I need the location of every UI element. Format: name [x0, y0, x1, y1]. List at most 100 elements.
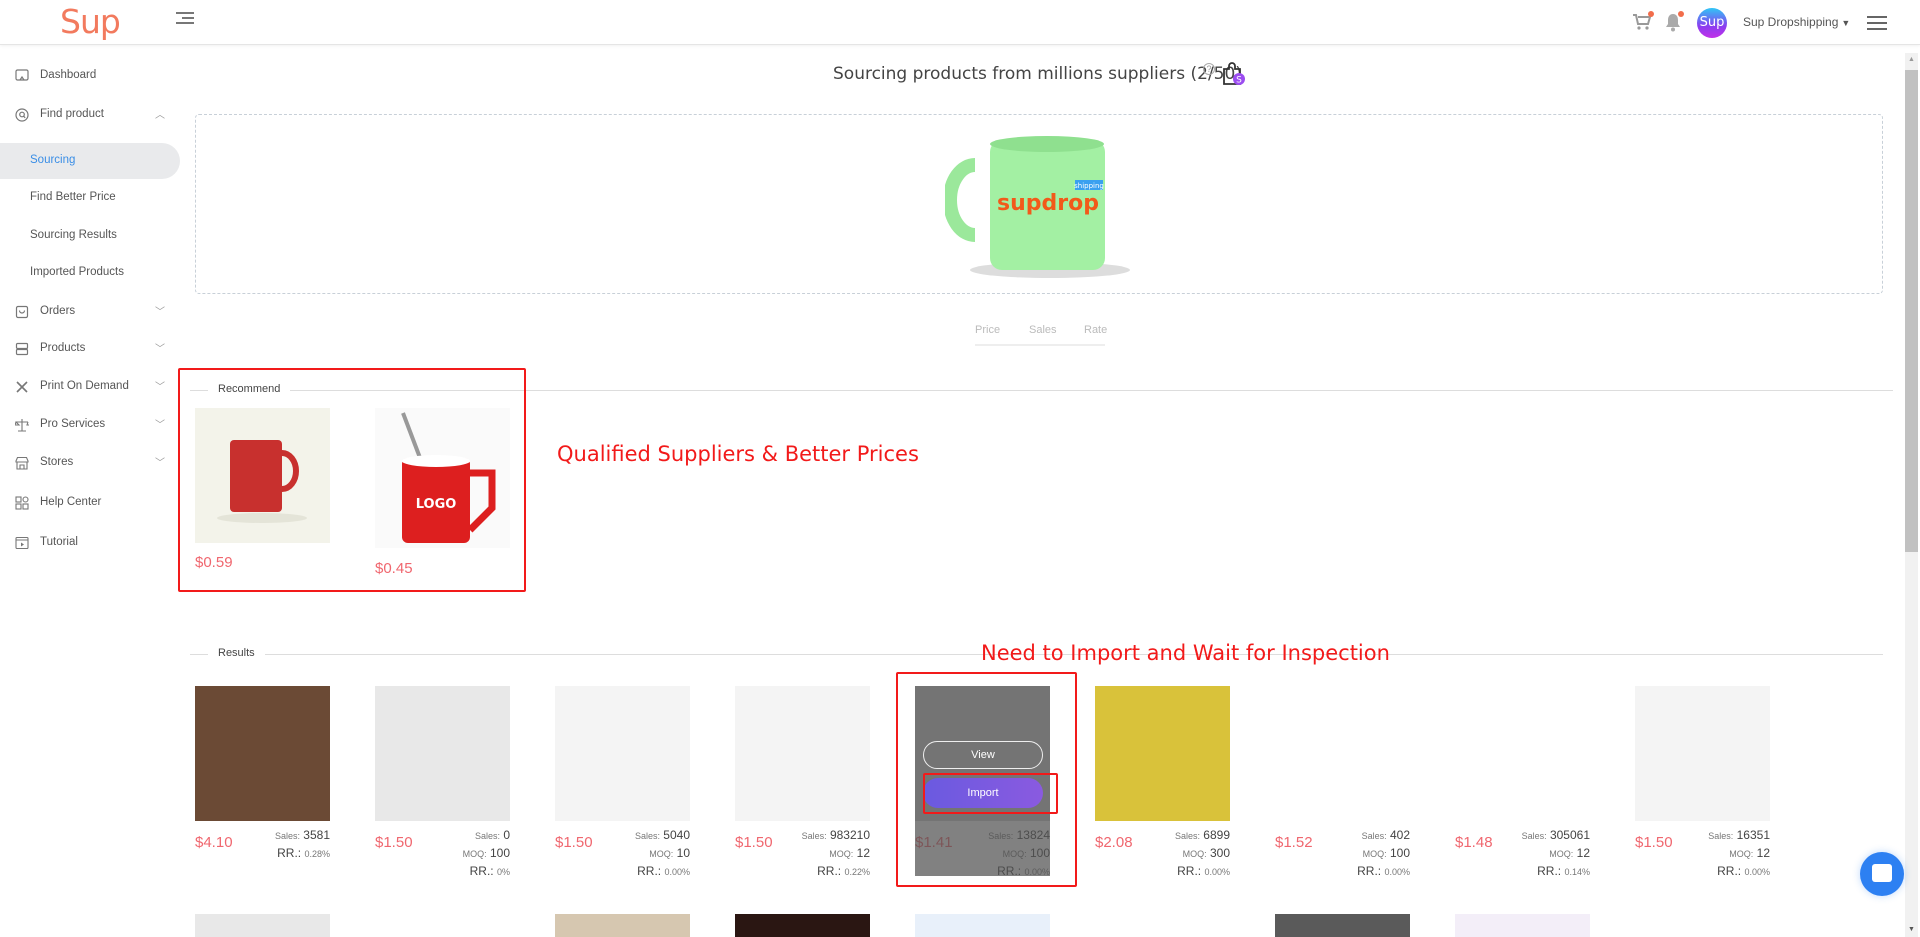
product-image[interactable]	[1635, 914, 1770, 937]
caret-down-icon: ▼	[1841, 18, 1851, 28]
sidebar-subitem-sourcing-results[interactable]: Sourcing Results	[0, 218, 180, 254]
product-rr-value: 0.00%	[1204, 867, 1230, 877]
sidebar-subitem-find-better-price[interactable]: Find Better Price	[0, 180, 180, 216]
notification-bell-icon[interactable]	[1664, 11, 1684, 32]
sidebar-item-print-on-demand[interactable]: Print On Demand ﹀	[0, 372, 182, 402]
product-rr-value: 0.22%	[844, 867, 870, 877]
annotation-recommend-note: Qualified Suppliers & Better Prices	[557, 442, 919, 466]
sidebar-item-products[interactable]: Products ﹀	[0, 334, 182, 364]
product-moq: MOQ: 12	[1549, 846, 1590, 860]
sidebar-item-tutorial[interactable]: Tutorial	[0, 528, 182, 558]
sidebar-item-dashboard[interactable]: Dashboard	[0, 61, 182, 91]
chat-support-button[interactable]	[1860, 852, 1904, 896]
product-sales-value: 0	[503, 828, 510, 842]
product-moq-label: MOQ:	[1182, 849, 1207, 859]
result-card[interactable]: $1.50 Sales: 983210 MOQ: 12 RR.: 0.22%	[735, 686, 870, 878]
product-image[interactable]	[735, 686, 870, 821]
product-rr-label: RR.:	[469, 864, 494, 878]
collapse-sidebar-button[interactable]	[176, 12, 194, 28]
product-rr-value: 0%	[496, 867, 510, 877]
product-image[interactable]	[1455, 686, 1590, 821]
product-sales-value: 983210	[829, 828, 870, 842]
product-image[interactable]	[195, 686, 330, 821]
result-card[interactable]: $1.48 Sales: 305061 MOQ: 12 RR.: 0.14%	[1455, 686, 1590, 878]
sidebar-item-find-product[interactable]: Find product ︿	[0, 100, 182, 130]
sort-tab-sales[interactable]: Sales	[1029, 324, 1057, 336]
sidebar-item-help-center[interactable]: Help Center	[0, 488, 182, 518]
product-rr: RR.: 0.22%	[817, 864, 870, 878]
chevron-down-icon: ﹀	[155, 458, 165, 469]
product-sales-label: Sales:	[1361, 831, 1387, 841]
product-image[interactable]	[735, 914, 870, 937]
user-menu[interactable]: Sup Dropshipping ▼	[1743, 15, 1850, 29]
product-rr-label: RR.:	[277, 846, 302, 860]
product-image[interactable]	[555, 914, 690, 937]
product-image[interactable]	[1455, 914, 1590, 937]
product-sales-label: Sales:	[801, 831, 827, 841]
svg-text:supdrop: supdrop	[997, 191, 1099, 216]
sort-tab-price[interactable]: Price	[975, 324, 1000, 336]
result-card[interactable]: $1.50 Sales: 5040 MOQ: 10 RR.: 0.00%	[555, 686, 690, 878]
help-icon[interactable]: ?	[1203, 63, 1215, 75]
product-image[interactable]	[915, 914, 1050, 937]
products-icon	[15, 342, 29, 356]
product-image[interactable]	[1275, 914, 1410, 937]
product-rr: RR.: 0.00%	[1357, 864, 1410, 878]
product-image[interactable]	[375, 914, 510, 937]
product-image[interactable]	[1095, 686, 1230, 821]
sidebar-item-orders[interactable]: Orders ﹀	[0, 297, 182, 327]
avatar[interactable]: Sup	[1697, 8, 1727, 38]
product-moq-label: MOQ:	[462, 849, 487, 859]
product-sales: Sales: 305061	[1522, 828, 1590, 842]
page-scrollbar[interactable]: ▲ ▼	[1905, 53, 1918, 937]
cart-icon[interactable]	[1632, 11, 1654, 32]
product-moq-label: MOQ:	[829, 849, 854, 859]
product-moq-value: 12	[1756, 846, 1770, 860]
video-icon	[15, 536, 29, 550]
product-sales: Sales: 402	[1362, 828, 1410, 842]
product-image[interactable]	[555, 686, 690, 821]
result-card[interactable]: $1.50 Sales: 16351 MOQ: 12 RR.: 0.00%	[1635, 686, 1770, 878]
sidebar-subitem-imported-products[interactable]: Imported Products	[0, 255, 180, 291]
product-sales-label: Sales:	[1708, 831, 1734, 841]
product-sales-value: 305061	[1549, 828, 1590, 842]
product-moq: MOQ: 100	[1363, 846, 1410, 860]
sidebar-item-stores[interactable]: Stores ﹀	[0, 448, 182, 478]
product-price: $1.48	[1455, 834, 1493, 851]
scroll-up-arrow-icon[interactable]: ▲	[1905, 53, 1918, 67]
scroll-thumb[interactable]	[1905, 70, 1918, 552]
product-price: $1.52	[1275, 834, 1313, 851]
user-name: Sup Dropshipping	[1743, 15, 1839, 29]
product-rr: RR.: 0.28%	[277, 846, 330, 860]
sidebar-subitem-sourcing[interactable]: Sourcing	[0, 143, 180, 179]
product-price: $2.08	[1095, 834, 1133, 851]
result-card[interactable]: $2.08 Sales: 6899 MOQ: 300 RR.: 0.00%	[1095, 686, 1230, 878]
product-price: $1.50	[375, 834, 413, 851]
scroll-down-arrow-icon[interactable]: ▼	[1905, 923, 1918, 937]
product-sales-label: Sales:	[274, 831, 300, 841]
product-sales-value: 5040	[663, 828, 690, 842]
product-rr-value: 0.00%	[1744, 867, 1770, 877]
product-rr-label: RR.:	[817, 864, 842, 878]
product-rr-label: RR.:	[1177, 864, 1202, 878]
notification-badge	[1678, 11, 1684, 17]
result-card[interactable]: $4.10 Sales: 3581 RR.: 0.28%	[195, 686, 330, 860]
product-image[interactable]	[1275, 686, 1410, 821]
sort-tab-rate[interactable]: Rate	[1084, 324, 1107, 336]
logo[interactable]: Sup	[60, 2, 121, 41]
product-image[interactable]	[195, 914, 330, 937]
product-moq-label: MOQ:	[649, 849, 674, 859]
product-image[interactable]	[1635, 686, 1770, 821]
result-card[interactable]: $1.50 Sales: 0 MOQ: 100 RR.: 0%	[375, 686, 510, 878]
product-rr-value: 0.14%	[1564, 867, 1590, 877]
result-card[interactable]: $1.52 Sales: 402 MOQ: 100 RR.: 0.00%	[1275, 686, 1410, 878]
sidebar-item-pro-services[interactable]: Pro Services ﹀	[0, 410, 182, 440]
annotation-results-note: Need to Import and Wait for Inspection	[981, 641, 1390, 665]
dashboard-icon	[15, 69, 29, 83]
hamburger-menu-icon[interactable]	[1867, 16, 1887, 30]
product-image[interactable]	[375, 686, 510, 821]
product-rr: RR.: 0%	[470, 864, 510, 878]
product-moq: MOQ: 10	[649, 846, 690, 860]
plugin-extension-icon[interactable]: S	[1220, 60, 1246, 86]
product-sales-label: Sales:	[1174, 831, 1200, 841]
